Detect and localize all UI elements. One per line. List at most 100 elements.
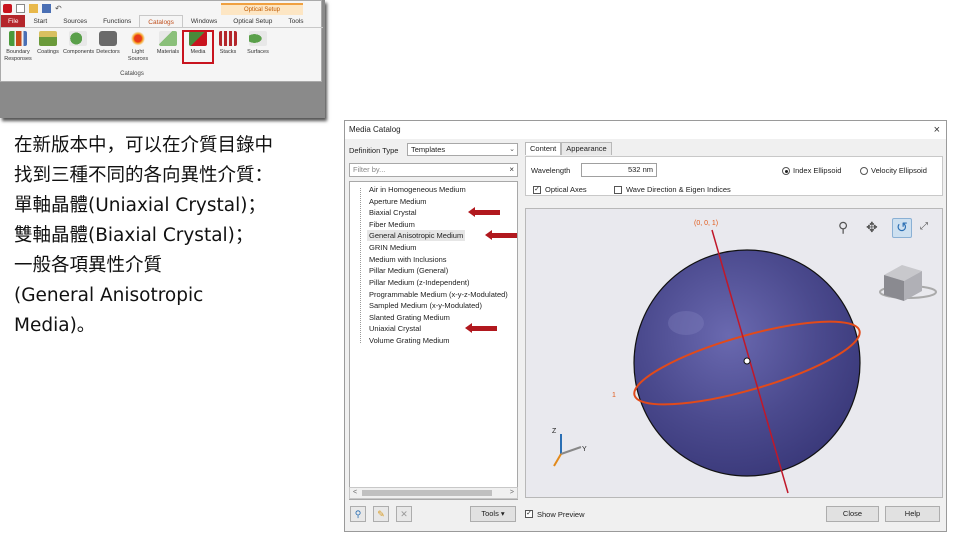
zoom-icon[interactable]: ⚲ bbox=[838, 219, 848, 235]
list-item-uniaxial-crystal[interactable]: Uniaxial Crystal bbox=[369, 323, 421, 334]
3d-viewport[interactable]: (0, 0, 1) 1 Z Y ⚲ ✥ ↺ ⤢ bbox=[525, 208, 943, 498]
axis-label-left: 1 bbox=[612, 392, 616, 399]
wave-direction-checkbox[interactable] bbox=[614, 186, 622, 194]
new-file-icon[interactable] bbox=[16, 3, 25, 13]
detectors-button[interactable]: Detectors bbox=[93, 31, 123, 63]
edit-icon[interactable]: ✎ bbox=[373, 506, 389, 522]
list-item[interactable]: Air in Homogeneous Medium bbox=[369, 184, 466, 195]
scroll-thumb[interactable] bbox=[362, 490, 492, 496]
search-icon[interactable]: ⚲ bbox=[350, 506, 366, 522]
tree-connector bbox=[360, 188, 361, 343]
quick-access-toolbar: ↶ bbox=[3, 2, 64, 14]
show-preview-checkbox[interactable]: ✓ bbox=[525, 510, 533, 518]
wave-direction-label: Wave Direction & Eigen Indices bbox=[626, 185, 731, 194]
close-button[interactable]: Close bbox=[826, 506, 879, 522]
show-preview-label: Show Preview bbox=[537, 510, 585, 519]
scroll-right-icon[interactable]: > bbox=[510, 488, 514, 498]
delete-icon[interactable]: ✕ bbox=[396, 506, 412, 522]
stacks-button[interactable]: Stacks bbox=[213, 31, 243, 63]
sphere-highlight bbox=[668, 311, 704, 335]
list-item-general-anisotropic[interactable]: General Anisotropic Medium bbox=[367, 230, 466, 241]
components-button[interactable]: Components bbox=[63, 31, 94, 63]
surfaces-button[interactable]: Surfaces bbox=[243, 31, 273, 63]
tab-start[interactable]: Start bbox=[25, 15, 55, 27]
context-group-optical-setup: Optical Setup bbox=[221, 3, 303, 15]
materials-icon bbox=[159, 31, 177, 46]
materials-button[interactable]: Materials bbox=[153, 31, 183, 63]
list-item-biaxial-crystal[interactable]: Biaxial Crystal bbox=[369, 207, 417, 218]
filter-input[interactable]: Filter by... × bbox=[349, 163, 518, 177]
list-item[interactable]: Aperture Medium bbox=[369, 196, 427, 207]
detectors-icon bbox=[99, 31, 117, 46]
ribbon-screenshot: ↶ Optical Setup File Start Sources Funct… bbox=[0, 0, 325, 118]
list-item[interactable]: Medium with Inclusions bbox=[369, 254, 447, 265]
velocity-ellipsoid-label: Velocity Ellipsoid bbox=[871, 166, 927, 175]
list-item[interactable]: Programmable Medium (x-y-z-Modulated) bbox=[369, 289, 508, 300]
undo-icon[interactable]: ↶ bbox=[55, 4, 64, 13]
tab-optical-setup[interactable]: Optical Setup bbox=[225, 15, 280, 27]
note-line: (General Anisotropic bbox=[14, 285, 204, 306]
tab-catalogs[interactable]: Catalogs bbox=[139, 15, 183, 27]
ribbon-group-label: Catalogs bbox=[120, 71, 144, 77]
boundary-responses-button[interactable]: Boundary Responses bbox=[3, 31, 33, 63]
view-cube[interactable] bbox=[879, 265, 937, 301]
explanation-text: 在新版本中，可以在介質目錄中 找到三種不同的各向異性介質： 單軸晶體(Uniax… bbox=[14, 131, 324, 341]
list-item[interactable]: Pillar Medium (z-Independent) bbox=[369, 277, 469, 288]
coordinate-triad: Z Y bbox=[552, 428, 587, 467]
media-catalog-dialog: Media Catalog × Definition Type Template… bbox=[344, 120, 947, 532]
chevron-down-icon: ⌄ bbox=[509, 146, 515, 153]
velocity-ellipsoid-radio[interactable] bbox=[860, 167, 868, 175]
list-item[interactable]: Pillar Medium (General) bbox=[369, 265, 448, 276]
help-button[interactable]: Help bbox=[885, 506, 940, 522]
list-item[interactable]: Volume Grating Medium bbox=[369, 335, 449, 346]
tools-button[interactable]: Tools ▾ bbox=[470, 506, 516, 522]
open-folder-icon[interactable] bbox=[29, 3, 38, 13]
note-line: 找到三種不同的各向異性介質： bbox=[14, 165, 274, 186]
index-ellipsoid-radio[interactable] bbox=[782, 167, 790, 175]
definition-type-label: Definition Type bbox=[349, 146, 399, 155]
catalog-buttons: Boundary Responses Coatings Components D… bbox=[3, 30, 273, 64]
index-ellipsoid-label: Index Ellipsoid bbox=[793, 166, 842, 175]
save-icon[interactable] bbox=[42, 3, 51, 13]
app-icon bbox=[3, 3, 12, 13]
light-sources-button[interactable]: Light Sources bbox=[123, 31, 153, 63]
list-item[interactable]: Fiber Medium bbox=[369, 219, 415, 230]
slide: ↶ Optical Setup File Start Sources Funct… bbox=[0, 0, 955, 542]
tab-windows[interactable]: Windows bbox=[183, 15, 225, 27]
tab-appearance[interactable]: Appearance bbox=[561, 142, 612, 155]
tab-functions[interactable]: Functions bbox=[95, 15, 139, 27]
clear-filter-icon[interactable]: × bbox=[509, 164, 514, 176]
svg-text:Z: Z bbox=[552, 428, 557, 435]
wavelength-label: Wavelength bbox=[531, 166, 571, 175]
tab-file[interactable]: File bbox=[1, 15, 26, 27]
close-icon[interactable]: × bbox=[934, 121, 940, 139]
note-line: 單軸晶體(Uniaxial Crystal)； bbox=[14, 195, 266, 216]
ribbon-tabs: File Start Sources Functions Catalogs Wi… bbox=[1, 15, 323, 28]
scroll-left-icon[interactable]: < bbox=[353, 488, 357, 498]
note-line: 雙軸晶體(Biaxial Crystal)； bbox=[14, 225, 254, 246]
definition-type-select[interactable]: Templates ⌄ bbox=[407, 143, 518, 156]
callout-arrow-general bbox=[485, 230, 517, 240]
list-item[interactable]: Slanted Grating Medium bbox=[369, 312, 450, 323]
ellipsoid-view: (0, 0, 1) 1 Z Y bbox=[552, 220, 937, 494]
callout-arrow-biaxial bbox=[468, 207, 500, 217]
tab-sources[interactable]: Sources bbox=[55, 15, 95, 27]
optical-axes-checkbox[interactable]: ✓ bbox=[533, 186, 541, 194]
pan-icon[interactable]: ✥ bbox=[866, 219, 878, 235]
properties-panel: Wavelength 532 nm Index Ellipsoid Veloci… bbox=[525, 156, 943, 196]
coatings-button[interactable]: Coatings bbox=[33, 31, 63, 63]
list-item[interactable]: Sampled Medium (x-y-Modulated) bbox=[369, 300, 482, 311]
tab-tools[interactable]: Tools bbox=[280, 15, 311, 27]
wavelength-input[interactable]: 532 nm bbox=[581, 163, 657, 177]
ribbon: ↶ Optical Setup File Start Sources Funct… bbox=[0, 0, 323, 82]
surfaces-icon bbox=[249, 31, 267, 46]
fit-view-icon[interactable]: ⤢ bbox=[920, 219, 928, 235]
list-item[interactable]: GRIN Medium bbox=[369, 242, 417, 253]
stacks-icon bbox=[219, 31, 237, 46]
content-tabs: Content Appearance bbox=[525, 142, 612, 155]
rotate-icon[interactable]: ↺ bbox=[892, 218, 912, 238]
media-button[interactable]: Media bbox=[182, 30, 214, 64]
dialog-title: Media Catalog bbox=[345, 121, 946, 139]
tab-content[interactable]: Content bbox=[525, 142, 562, 155]
horizontal-scrollbar[interactable]: < > bbox=[349, 487, 518, 499]
